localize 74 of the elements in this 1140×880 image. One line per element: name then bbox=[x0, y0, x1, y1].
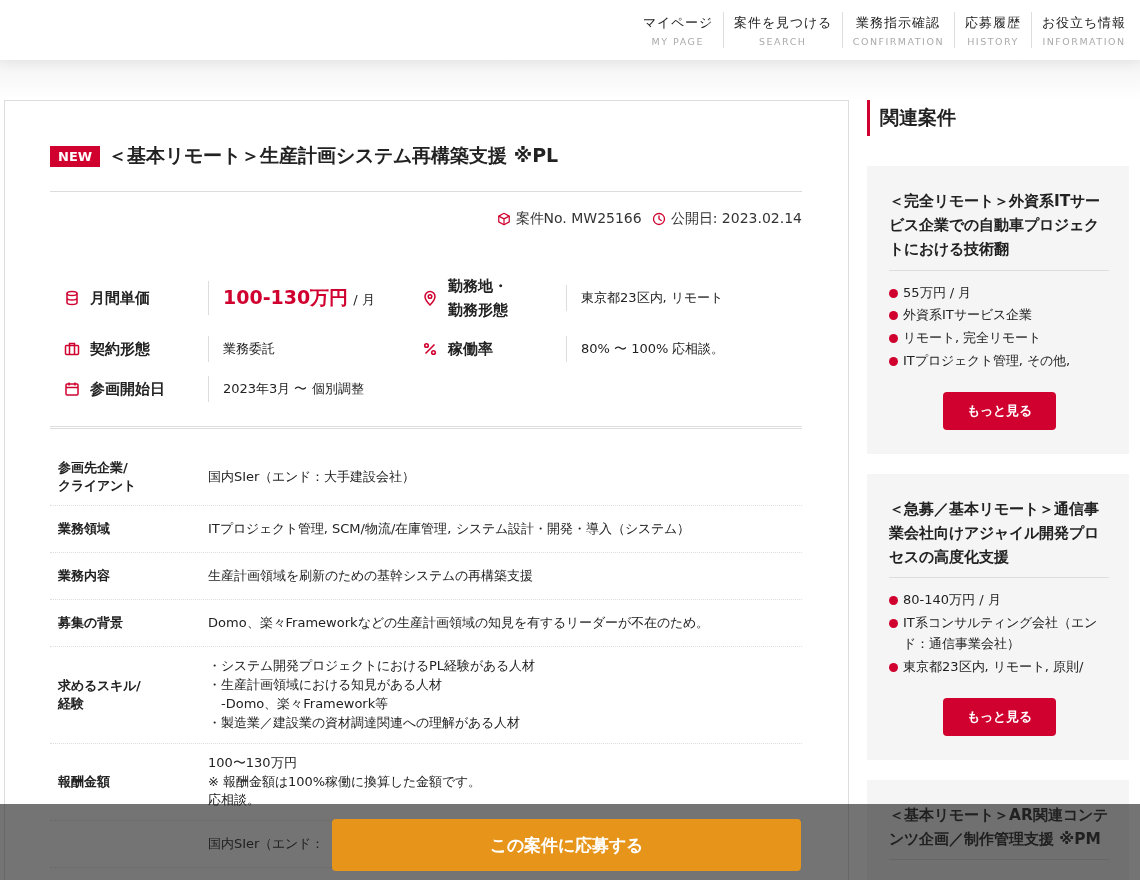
summary-value: 東京都23区内, リモート bbox=[581, 289, 723, 307]
new-badge: NEW bbox=[50, 145, 101, 167]
nav-sublabel: CONFIRMATION bbox=[852, 35, 944, 47]
nav-link[interactable]: 業務指示確認 CONFIRMATION bbox=[841, 12, 954, 48]
nav-label: マイページ bbox=[642, 13, 713, 32]
detail-value-line: ・製造業／建設業の資材調達関連への理解がある人材 bbox=[208, 713, 521, 732]
summary-label: 参画開始日 bbox=[90, 379, 165, 400]
nav-link[interactable]: 案件を見つける SEARCH bbox=[722, 12, 842, 48]
job-fact: 55万円 / 月 bbox=[903, 283, 972, 302]
detail-label: 業務内容 bbox=[58, 568, 110, 584]
bullet-dot bbox=[889, 662, 898, 672]
detail-label: 参画先企業/ クライアント bbox=[58, 460, 136, 494]
percent-icon bbox=[422, 341, 438, 357]
clock-icon bbox=[651, 212, 666, 226]
related-job-title[interactable]: ＜急募／基本リモート＞通信事業会社向けアジャイル開発プロセスの高度化支援 bbox=[889, 497, 1109, 579]
summary-value: 業務委託 bbox=[223, 340, 275, 358]
job-fact: 外資系ITサービス企業 bbox=[903, 306, 1032, 325]
price-unit: / 月 bbox=[353, 291, 375, 309]
job-fact: 80-140万円 / 月 bbox=[903, 591, 1001, 610]
detail-value: 生産計画領域を刷新のための基幹システムの再構築支援 bbox=[208, 566, 533, 585]
job-fact: IT系コンサルティング会社（エンド：通信事業会社） bbox=[903, 614, 1098, 654]
detail-value: ITプロジェクト管理, SCM/物流/在庫管理, システム設計・開発・導入（システム） bbox=[208, 519, 690, 538]
detail-value-line: ※ 報酬金額は100%稼働に換算した金額です。 bbox=[208, 772, 482, 791]
nav-sublabel: MY PAGE bbox=[651, 35, 704, 47]
calendar-icon bbox=[64, 381, 80, 397]
job-fact: ITプロジェクト管理, その他, bbox=[903, 352, 1071, 370]
database-icon bbox=[64, 290, 80, 306]
summary-label: 月間単価 bbox=[90, 288, 150, 309]
nav-link[interactable]: マイページ MY PAGE bbox=[632, 12, 723, 48]
nav-label: お役立ち情報 bbox=[1042, 13, 1126, 32]
bullet-dot bbox=[889, 619, 898, 629]
detail-label: 募集の背景 bbox=[58, 615, 123, 631]
detail-value: 国内SIer（エンド： bbox=[208, 834, 325, 853]
detail-value-line: -Domo、楽々Framework等 bbox=[220, 695, 390, 714]
summary-value: 80% 〜 100% 応相談。 bbox=[581, 340, 725, 358]
nav-sublabel: INFORMATION bbox=[1042, 35, 1126, 47]
nav-link[interactable]: 応募履歴 HISTORY bbox=[954, 12, 1031, 48]
detail-label: 業務領域 bbox=[58, 521, 110, 537]
nav-label: 業務指示確認 bbox=[856, 13, 941, 32]
detail-label: 求めるスキル/ 経験 bbox=[58, 677, 141, 712]
bullet-dot bbox=[889, 596, 898, 606]
detail-label: 報酬金額 bbox=[58, 773, 110, 789]
price-value: 100-130万円 bbox=[223, 285, 349, 310]
publish-date: 公開日: 2023.02.14 bbox=[670, 210, 802, 228]
job-number: 案件No. MW25166 bbox=[515, 210, 642, 228]
location-pin-icon bbox=[422, 290, 438, 306]
detail-value-line: 100〜130万円 bbox=[208, 753, 298, 772]
job-fact: 東京都23区内, リモート, 原則/ bbox=[903, 657, 1084, 676]
cube-icon bbox=[496, 212, 511, 226]
summary-label: 勤務地・勤務形態 bbox=[448, 276, 508, 321]
detail-value-line: ・生産計画領域における知見がある人材 bbox=[208, 676, 443, 695]
briefcase-icon bbox=[64, 341, 80, 357]
nav-sublabel: SEARCH bbox=[759, 35, 807, 47]
detail-value-line: ・システム開発プロジェクトにおけるPL経験がある人材 bbox=[208, 657, 536, 676]
nav-label: 応募履歴 bbox=[965, 13, 1021, 32]
nav-link[interactable]: お役立ち情報 INFORMATION bbox=[1031, 12, 1136, 48]
bullet-dot bbox=[889, 311, 898, 321]
nav-label: 案件を見つける bbox=[733, 13, 832, 32]
summary-value: 2023年3月 〜 個別調整 bbox=[223, 380, 364, 398]
more-button[interactable]: もっと見る bbox=[942, 391, 1056, 430]
bullet-dot bbox=[889, 357, 898, 366]
summary-label: 稼働率 bbox=[448, 339, 493, 360]
job-fact: リモート, 完全リモート bbox=[903, 329, 1042, 348]
nav-sublabel: HISTORY bbox=[967, 35, 1019, 47]
detail-value-line: 応相談。 bbox=[208, 791, 261, 810]
detail-value: Domo、楽々Frameworkなどの生産計画領域の知見を有するリーダーが不在のため。 bbox=[208, 613, 709, 632]
related-job-title[interactable]: ＜完全リモート＞外資系ITサービス企業での自動車プロジェクトにおける技術翻 bbox=[889, 190, 1109, 271]
bullet-dot bbox=[889, 334, 898, 344]
detail-value: 国内SIer（エンド：大手建設会社） bbox=[208, 467, 416, 486]
more-button[interactable]: もっと見る bbox=[942, 697, 1056, 736]
related-heading: 関連案件 bbox=[867, 100, 1129, 136]
job-title: ＜基本リモート＞生産計画システム再構築支援 ※PL bbox=[108, 143, 559, 168]
bullet-dot bbox=[889, 288, 898, 298]
summary-label: 契約形態 bbox=[90, 339, 150, 360]
